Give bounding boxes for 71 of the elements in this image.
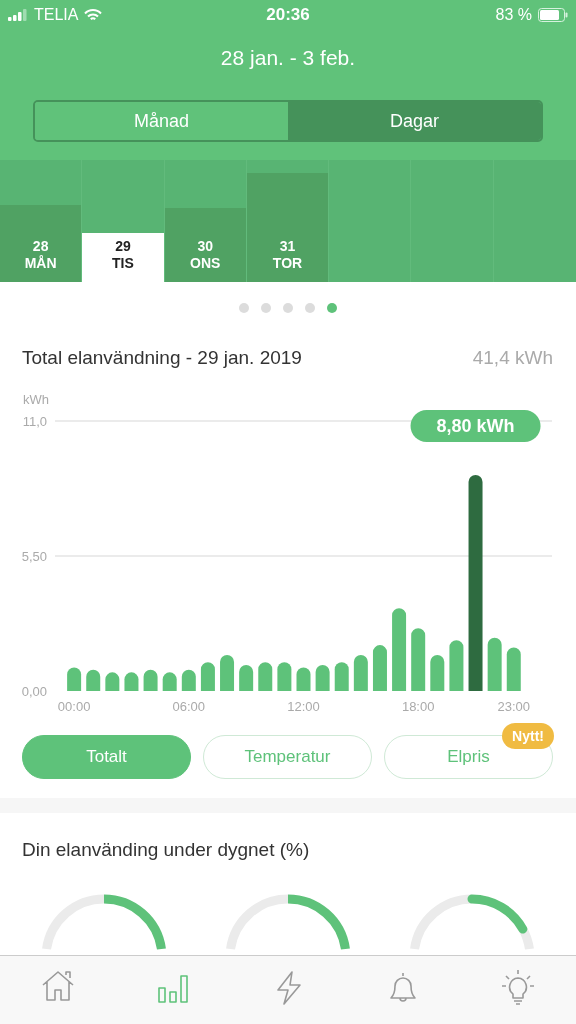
page-dot[interactable]	[327, 303, 337, 313]
highlighted-bar[interactable]	[468, 475, 483, 691]
section-title: Din elanvänding under dygnet (%)	[22, 839, 311, 861]
carrier-name: TELIA	[34, 6, 79, 24]
bar[interactable]	[296, 667, 311, 691]
segment-tab[interactable]: Dagar	[288, 102, 541, 140]
bar[interactable]	[449, 640, 464, 691]
bar[interactable]	[372, 645, 387, 691]
day-bar[interactable]: 31 TOR	[246, 173, 329, 282]
day-date: 28	[32, 238, 49, 255]
day-date: 29	[115, 238, 131, 255]
day-weekday: TOR	[272, 255, 303, 272]
y-tick-label: 5,50	[21, 549, 47, 564]
bar[interactable]	[162, 672, 177, 691]
day-bar[interactable]: 28 MÅN	[0, 205, 82, 282]
page-dot[interactable]	[261, 303, 271, 313]
filter-button[interactable]: Totalt	[22, 735, 191, 779]
day-weekday: ONS	[190, 255, 221, 272]
chart-title: Total elanvändning - 29 jan. 2019	[22, 347, 302, 369]
bar[interactable]	[258, 662, 273, 691]
page-dot[interactable]	[305, 303, 315, 313]
x-tick-label: 18:00	[401, 699, 435, 714]
bar[interactable]	[430, 654, 445, 691]
bar[interactable]	[143, 669, 158, 691]
day-bar[interactable]: 30 ONS	[164, 207, 246, 282]
day-bar[interactable]: 29 TIS	[82, 233, 164, 282]
day-date: 31	[279, 238, 296, 255]
clock-time: 20:36	[266, 5, 310, 25]
x-tick-label: 00:00	[57, 699, 91, 714]
bar[interactable]	[124, 672, 139, 691]
bar[interactable]	[67, 667, 82, 691]
page-dot[interactable]	[283, 303, 293, 313]
x-tick-label: 12:00	[287, 699, 320, 714]
page-dot[interactable]	[239, 303, 249, 313]
day-weekday: MÅN	[24, 255, 57, 272]
annotation: 8,80 kWh	[436, 416, 515, 436]
gauge-arc	[103, 894, 166, 950]
y-tick-label: 11,0	[22, 414, 47, 429]
y-tick-label: 0,00	[21, 684, 47, 699]
bar[interactable]	[411, 628, 426, 691]
bar[interactable]	[239, 665, 254, 691]
bar[interactable]	[277, 662, 292, 691]
bar[interactable]	[181, 669, 196, 691]
bar[interactable]	[220, 654, 235, 691]
gauge-arc	[287, 894, 350, 950]
battery-icon	[538, 8, 568, 22]
date-range: 28 jan. - 3 feb.	[219, 46, 357, 70]
bar[interactable]	[200, 662, 215, 691]
bar[interactable]	[86, 669, 101, 691]
day-weekday: TIS	[112, 255, 134, 272]
bar[interactable]	[315, 665, 330, 691]
new-badge: Nytt!	[502, 723, 554, 749]
value-tooltip: 8,80 kWh	[410, 410, 541, 442]
gauge-track	[226, 894, 289, 950]
bar[interactable]	[506, 647, 521, 691]
bar[interactable]	[105, 672, 120, 691]
axis-unit: kWh	[23, 392, 49, 407]
filter-button[interactable]: Temperatur	[203, 735, 372, 779]
x-tick-label: 23:00	[497, 699, 531, 714]
bar[interactable]	[487, 637, 502, 691]
bar[interactable]	[392, 608, 407, 691]
gauge-track	[42, 894, 105, 950]
bar[interactable]	[334, 662, 349, 691]
day-date: 30	[197, 238, 213, 255]
total-usage: 41,4 kWh	[472, 347, 553, 369]
bar[interactable]	[353, 654, 368, 691]
gauge-arc	[467, 894, 528, 934]
battery-percentage: 83 %	[495, 6, 532, 24]
wifi-icon	[84, 8, 103, 22]
signal-icon	[8, 9, 28, 21]
x-tick-label: 06:00	[172, 699, 206, 714]
